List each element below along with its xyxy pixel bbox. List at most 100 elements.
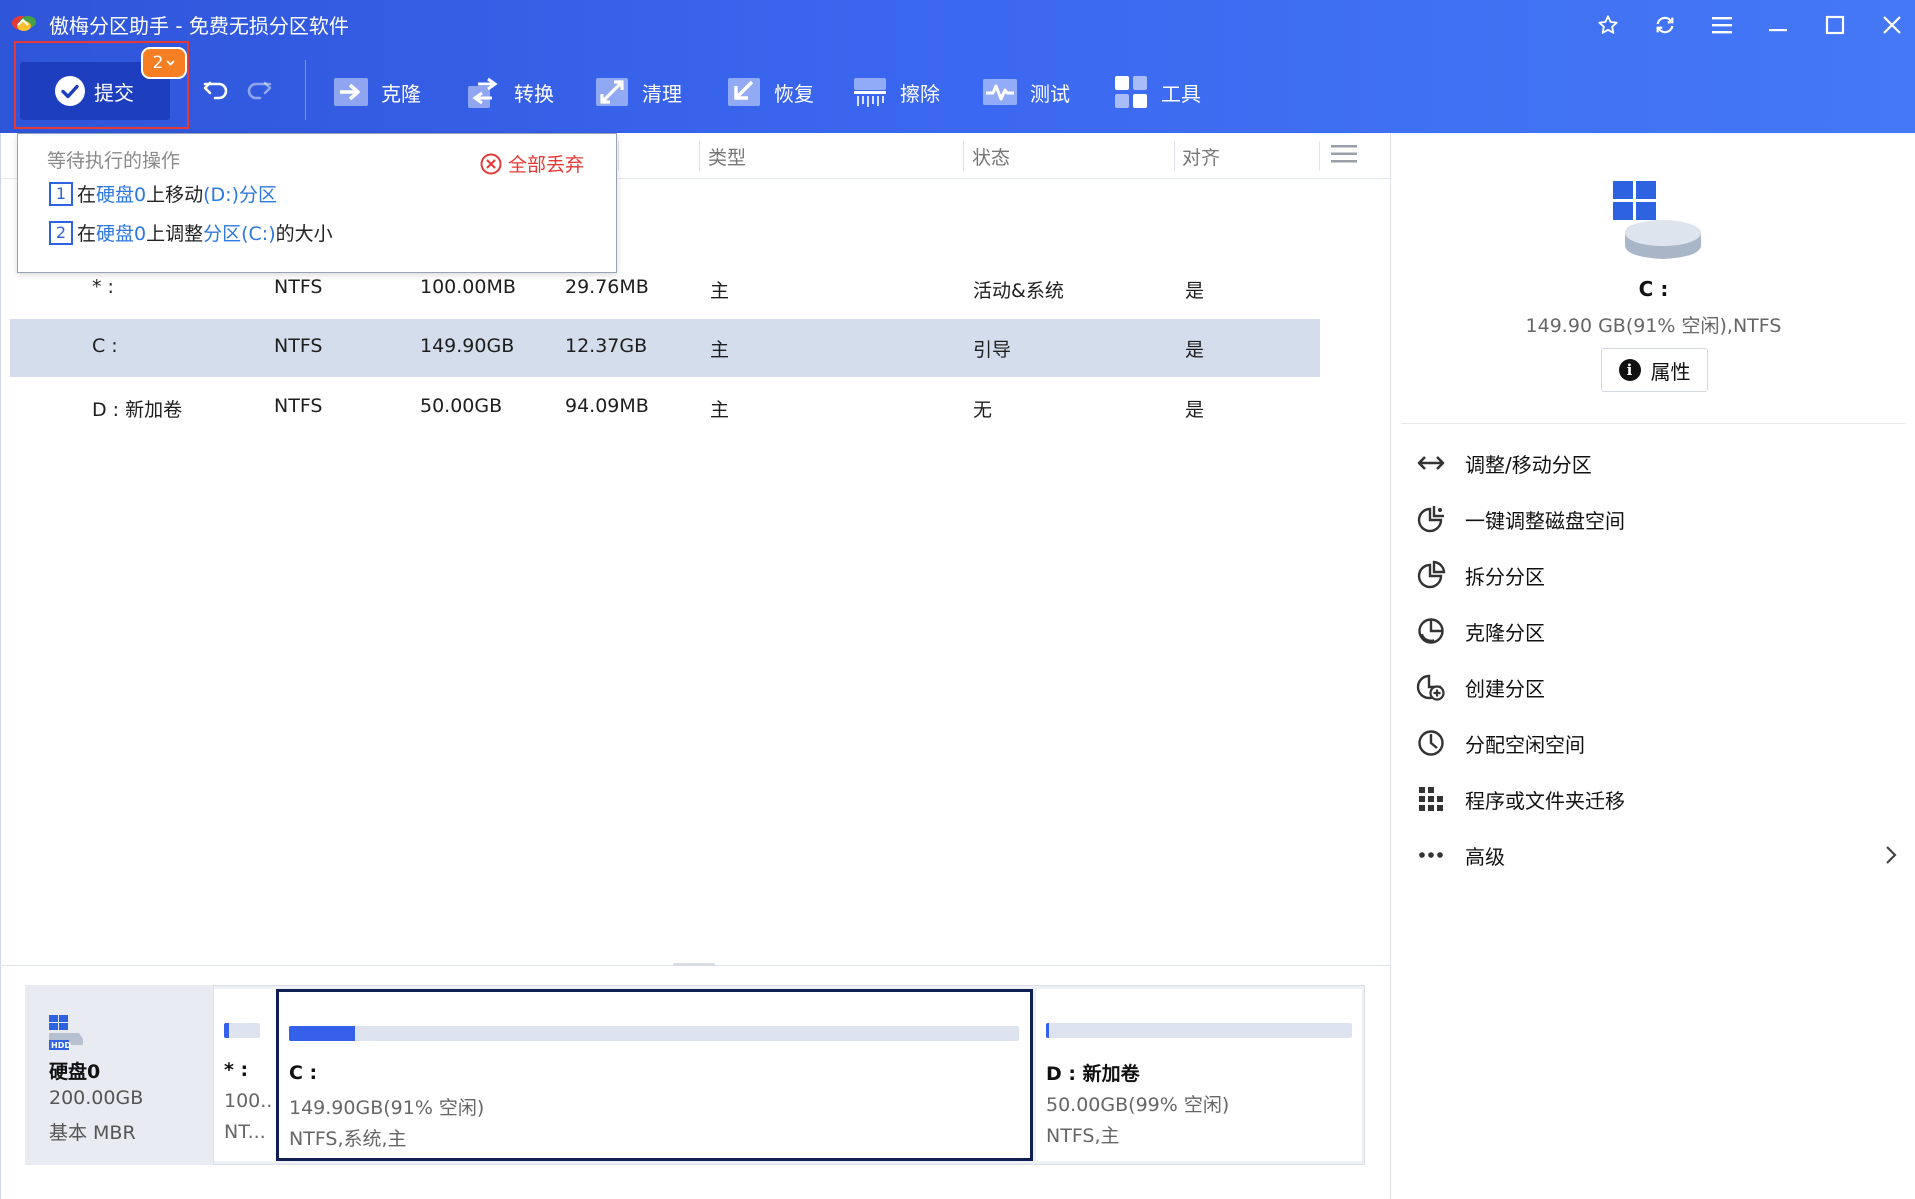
- op-number: 1: [49, 181, 73, 206]
- action-clone-partition[interactable]: 克隆分区: [1391, 603, 1915, 659]
- close-button[interactable]: [1872, 8, 1912, 42]
- more-icon: [1419, 852, 1443, 858]
- usage-bar: [1046, 1023, 1352, 1038]
- usage-fill: [1046, 1023, 1050, 1038]
- column-divider[interactable]: [1319, 141, 1320, 171]
- toolbar-cleanup-button[interactable]: 清理: [594, 70, 682, 114]
- col-header-type[interactable]: 类型: [708, 143, 746, 170]
- app-mover-icon: [1419, 787, 1443, 811]
- partition-block-system[interactable]: * : 100... NT...: [214, 989, 276, 1161]
- action-label: 创建分区: [1465, 676, 1545, 701]
- title-bar: 傲梅分区助手 - 免费无损分区软件: [0, 0, 1915, 48]
- toolbar-test-button[interactable]: 测试: [982, 70, 1070, 114]
- action-one-click-adjust[interactable]: 一键调整磁盘空间: [1391, 491, 1915, 547]
- toolbar-recover-button[interactable]: 恢复: [726, 70, 814, 114]
- chevron-right-icon: [1886, 846, 1897, 864]
- toolbar-clone-button[interactable]: 克隆: [333, 70, 421, 114]
- cell-partition: C :: [92, 335, 118, 357]
- pending-count-badge[interactable]: 2: [141, 47, 187, 79]
- op-text: 上移动: [146, 184, 204, 206]
- op-disk-link[interactable]: 硬盘0: [96, 219, 146, 246]
- hdd-icon: HDD: [49, 1015, 83, 1050]
- toolbar-clone-label: 克隆: [381, 81, 421, 106]
- op-disk-link[interactable]: 硬盘0: [96, 180, 146, 207]
- undo-icon[interactable]: [202, 78, 232, 102]
- op-partition-link[interactable]: 分区(C:): [203, 219, 276, 246]
- col-header-status[interactable]: 状态: [972, 143, 1010, 170]
- discard-all-label: 全部丢弃: [508, 154, 585, 176]
- action-app-mover[interactable]: 程序或文件夹迁移: [1391, 771, 1915, 827]
- action-advanced[interactable]: 高级: [1391, 827, 1915, 883]
- clone-partition-icon: [1418, 618, 1444, 644]
- toolbar-tools-button[interactable]: 工具: [1113, 70, 1201, 114]
- action-split-partition[interactable]: 拆分分区: [1391, 547, 1915, 603]
- discard-all-button[interactable]: 全部丢弃: [480, 150, 584, 177]
- col-header-aligned[interactable]: 对齐: [1182, 143, 1220, 170]
- partition-block-d[interactable]: D : 新加卷 50.00GB(99% 空闲) NTFS,主: [1036, 989, 1362, 1161]
- action-allocate-space[interactable]: 分配空闲空间: [1391, 715, 1915, 771]
- disk-info-card[interactable]: HDD 硬盘0 200.00GB 基本 MBR: [25, 985, 213, 1165]
- table-row[interactable]: C : NTFS 149.90GB 12.37GB 主 引导 是: [10, 319, 1320, 377]
- column-divider[interactable]: [963, 141, 964, 171]
- op-text: 在: [77, 184, 97, 206]
- toolbar-test-label: 测试: [1030, 81, 1070, 106]
- convert-icon: [468, 77, 498, 108]
- menu-button[interactable]: [1702, 8, 1742, 42]
- update-button[interactable]: [1645, 8, 1685, 42]
- cell-status: 无: [973, 399, 993, 421]
- toolbar-convert-button[interactable]: 转换: [466, 70, 554, 114]
- action-create-partition[interactable]: 创建分区: [1391, 659, 1915, 715]
- partition-fs: NT...: [224, 1121, 266, 1143]
- column-settings-icon[interactable]: [1331, 143, 1357, 165]
- action-label: 分配空闲空间: [1465, 732, 1585, 757]
- right-panel: C : 149.90 GB(91% 空闲),NTFS i 属性 调整/移动分区 …: [1390, 133, 1915, 1199]
- cell-filesystem: NTFS: [274, 335, 323, 357]
- table-row[interactable]: D : 新加卷 NTFS 50.00GB 94.09MB 主 无 是: [10, 379, 1320, 437]
- toolbar-separator: [305, 60, 306, 120]
- one-click-adjust-icon: [1417, 506, 1444, 533]
- action-label: 程序或文件夹迁移: [1465, 788, 1625, 813]
- chevron-down-icon: [166, 60, 176, 66]
- partition-fs: NTFS,主: [1046, 1125, 1120, 1147]
- pending-title: 等待执行的操作: [47, 150, 181, 172]
- minimize-button[interactable]: [1758, 8, 1798, 42]
- usage-bar: [224, 1023, 260, 1038]
- allocate-space-icon: [1418, 730, 1444, 756]
- partition-fs: NTFS,系统,主: [289, 1128, 407, 1150]
- partition-block-c[interactable]: C : 149.90GB(91% 空闲) NTFS,系统,主: [276, 989, 1033, 1161]
- column-divider[interactable]: [1174, 141, 1175, 171]
- maximize-button[interactable]: [1815, 8, 1855, 42]
- op-text: 上调整: [146, 223, 204, 245]
- properties-button[interactable]: i 属性: [1601, 348, 1708, 392]
- pending-op-item[interactable]: 1 在 硬盘0 上移动 (D:)分区: [49, 180, 277, 207]
- action-resize-move[interactable]: 调整/移动分区: [1391, 435, 1915, 491]
- column-divider[interactable]: [618, 141, 619, 171]
- partition-size: 50.00GB(99% 空闲): [1046, 1094, 1230, 1116]
- cell-aligned: 是: [1185, 339, 1205, 361]
- partition-size: 100...: [224, 1090, 272, 1112]
- usage-fill: [289, 1026, 355, 1041]
- cell-free: 29.76MB: [565, 276, 649, 298]
- cell-type: 主: [710, 399, 730, 421]
- cell-partition: D : 新加卷: [92, 399, 183, 421]
- maximize-icon: [1825, 15, 1845, 35]
- pending-op-item[interactable]: 2 在 硬盘0 上调整 分区(C:) 的大小: [49, 219, 333, 246]
- cell-filesystem: NTFS: [274, 395, 323, 417]
- app-header: 傲梅分区助手 - 免费无损分区软件 提交 2 克隆 转换 清理 恢复 擦除 测试…: [0, 0, 1915, 133]
- cell-partition: * :: [92, 276, 114, 298]
- column-divider[interactable]: [699, 141, 700, 171]
- favorite-button[interactable]: [1588, 8, 1628, 42]
- pending-count: 2: [152, 53, 164, 73]
- close-icon: [1883, 16, 1901, 34]
- action-label: 克隆分区: [1465, 620, 1545, 645]
- cell-status: 活动&系统: [973, 280, 1064, 302]
- toolbar-tools-label: 工具: [1161, 81, 1201, 106]
- cell-capacity: 50.00GB: [420, 395, 503, 417]
- action-label: 拆分分区: [1465, 564, 1545, 589]
- op-partition-link[interactable]: (D:)分区: [203, 180, 277, 207]
- discard-icon: [480, 153, 502, 174]
- redo-icon[interactable]: [243, 78, 273, 102]
- action-label: 高级: [1465, 844, 1505, 869]
- properties-label: 属性: [1650, 359, 1691, 384]
- toolbar-wipe-button[interactable]: 擦除: [852, 70, 940, 114]
